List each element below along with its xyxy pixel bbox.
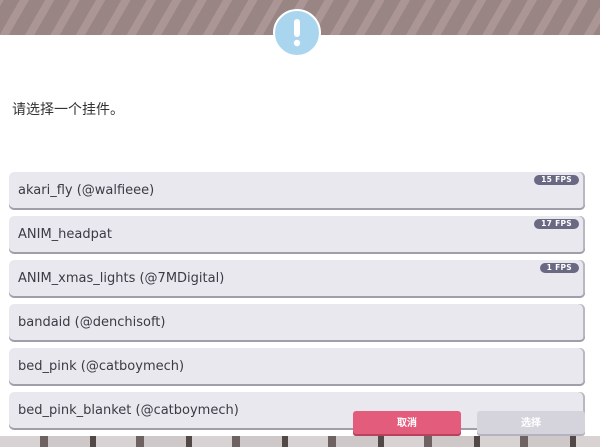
fps-badge: 1 FPS [539,263,579,273]
list-item[interactable]: akari_fly (@walfieee) 15 FPS [9,172,585,210]
list-item-label: bed_pink_blanket (@catboymech) [18,403,239,418]
list-item[interactable]: bed_pink (@catboymech) [9,348,585,386]
select-button[interactable]: 选择 [477,411,585,436]
cancel-button[interactable]: 取消 [353,411,461,436]
list-item-label: ANIM_headpat [18,227,112,242]
list-item[interactable]: ANIM_xmas_lights (@7MDigital) 1 FPS [9,260,585,298]
background-strip [0,436,600,447]
fps-badge: 15 FPS [534,175,579,185]
exclamation-icon [273,9,321,57]
fps-badge: 17 FPS [534,219,579,229]
list-item-label: ANIM_xmas_lights (@7MDigital) [18,271,225,286]
list-item-label: bandaid (@denchisoft) [18,315,166,330]
item-picker-dialog: 请选择一个挂件。 akari_fly (@walfieee) 15 FPS AN… [0,35,600,436]
list-item-label: akari_fly (@walfieee) [18,183,155,198]
list-item[interactable]: ANIM_headpat 17 FPS [9,216,585,254]
dialog-prompt: 请选择一个挂件。 [12,102,124,118]
list-item-label: bed_pink (@catboymech) [18,359,185,374]
list-item[interactable]: bandaid (@denchisoft) [9,304,585,342]
item-list: akari_fly (@walfieee) 15 FPS ANIM_headpa… [9,172,585,436]
